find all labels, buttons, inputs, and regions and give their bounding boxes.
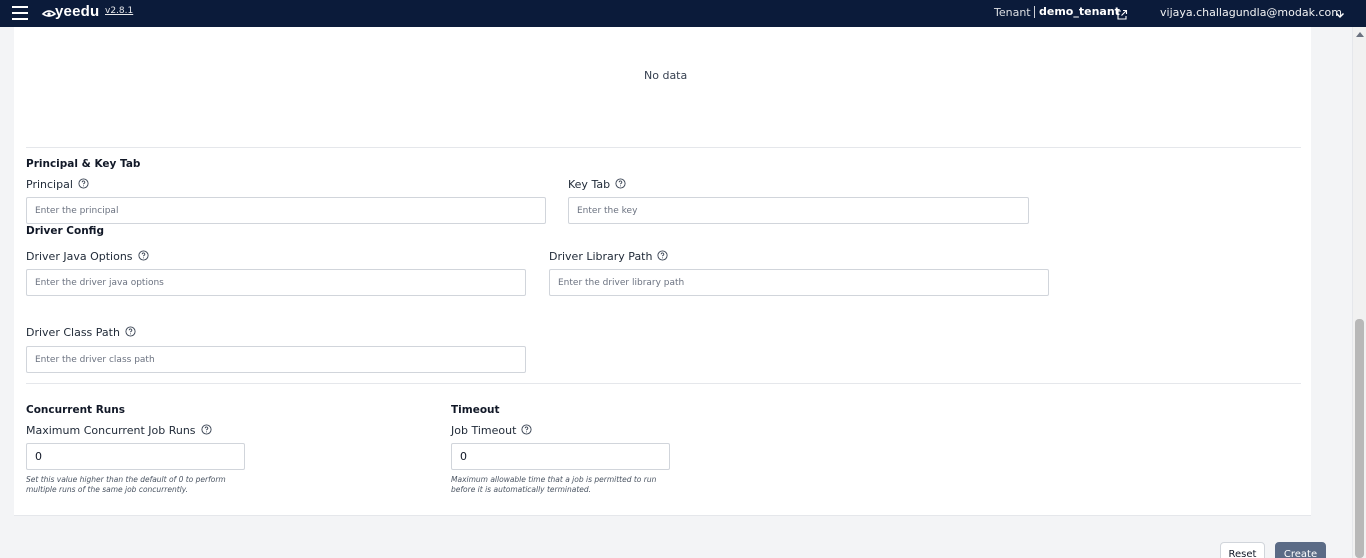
empty-table-message: No data [644, 69, 688, 82]
tenant-name[interactable]: demo_tenant [1039, 5, 1120, 18]
job-timeout-label-text: Job Timeout [451, 424, 517, 437]
scrollbar-thumb[interactable] [1355, 319, 1364, 558]
principal-label: Principal [26, 178, 89, 191]
principal-input[interactable] [26, 197, 546, 224]
create-button[interactable]: Create [1275, 542, 1326, 558]
section-divider [26, 383, 1301, 384]
help-icon[interactable] [200, 424, 212, 435]
driver-library-path-input[interactable] [549, 269, 1049, 296]
driver-java-options-label: Driver Java Options [26, 250, 149, 263]
chevron-down-icon[interactable] [1334, 6, 1346, 19]
driver-java-options-label-text: Driver Java Options [26, 250, 133, 263]
principal-label-text: Principal [26, 178, 73, 191]
external-link-icon[interactable] [1116, 6, 1128, 20]
driver-class-path-label: Driver Class Path [26, 326, 136, 339]
form-card: No data Principal & Key Tab Principal Ke… [14, 27, 1311, 516]
max-concurrent-runs-label: Maximum Concurrent Job Runs [26, 424, 212, 437]
principal-section-title: Principal & Key Tab [26, 158, 141, 170]
driver-java-options-input[interactable] [26, 269, 526, 296]
max-concurrent-runs-input[interactable] [26, 443, 245, 470]
tenant-separator [1034, 6, 1035, 18]
keytab-label-text: Key Tab [568, 178, 611, 191]
reset-button[interactable]: Reset [1220, 542, 1265, 558]
job-timeout-input[interactable] [451, 443, 670, 470]
menu-icon[interactable] [12, 6, 28, 20]
keytab-input[interactable] [568, 197, 1029, 224]
timeout-title: Timeout [451, 404, 500, 416]
concurrent-runs-hint: Set this value higher than the default o… [26, 475, 226, 494]
top-navigation-bar: yeedu v2.8.1 Tenant demo_tenant vijaya.c… [0, 0, 1366, 27]
concurrent-runs-title: Concurrent Runs [26, 404, 126, 416]
help-icon[interactable] [78, 178, 89, 189]
keytab-label: Key Tab [568, 178, 626, 191]
tenant-label: Tenant [994, 6, 1031, 19]
driver-config-title: Driver Config [26, 225, 104, 237]
help-icon[interactable] [521, 424, 532, 435]
help-icon[interactable] [657, 250, 669, 261]
page-scrollbar[interactable] [1352, 27, 1366, 558]
help-icon[interactable] [615, 178, 626, 189]
driver-library-path-label-text: Driver Library Path [549, 250, 653, 263]
job-timeout-label: Job Timeout [451, 424, 532, 437]
driver-library-path-label: Driver Library Path [549, 250, 669, 263]
app-logo-text[interactable]: yeedu [55, 3, 99, 20]
scroll-up-arrow[interactable] [1356, 32, 1364, 37]
app-version-link[interactable]: v2.8.1 [105, 6, 133, 16]
help-icon[interactable] [137, 250, 149, 261]
driver-class-path-label-text: Driver Class Path [26, 326, 120, 339]
section-divider [26, 147, 1301, 148]
max-concurrent-runs-label-text: Maximum Concurrent Job Runs [26, 424, 196, 437]
job-timeout-hint: Maximum allowable time that a job is per… [451, 475, 657, 494]
driver-class-path-input[interactable] [26, 346, 526, 373]
help-icon[interactable] [125, 326, 136, 337]
user-email[interactable]: vijaya.challagundla@modak.com [1160, 6, 1342, 19]
